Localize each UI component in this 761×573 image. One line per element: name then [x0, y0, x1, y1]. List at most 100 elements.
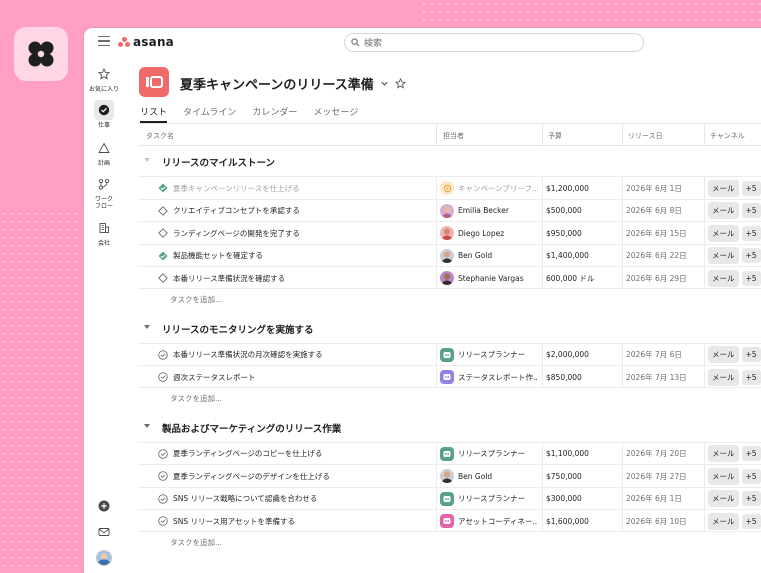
incomplete-check-icon[interactable]: [158, 448, 168, 459]
asana-logo[interactable]: asana: [118, 35, 174, 49]
column-header-assignee[interactable]: 担当者: [443, 131, 464, 141]
channel-more-count[interactable]: +5: [741, 369, 761, 385]
channel-more-count[interactable]: +5: [741, 225, 761, 241]
tab-timeline[interactable]: タイムライン: [183, 105, 236, 123]
column-header-channel[interactable]: チャンネル: [710, 131, 745, 141]
section-header[interactable]: 製品およびマーケティングのリリース作業: [138, 410, 761, 442]
star-icon: [94, 64, 114, 84]
add-task-button[interactable]: タスクを追加...: [138, 532, 761, 554]
task-name: 週次ステータスレポート: [173, 372, 256, 382]
assignee-name: リリースプランナー: [458, 350, 526, 359]
release-date: 2026年 7月 6日: [626, 350, 682, 359]
table-row[interactable]: 夏季キャンペーンリリースを仕上げる キャンペーンプリーフ... $1,200,0…: [138, 176, 761, 199]
incomplete-diamond-icon[interactable]: [158, 273, 168, 283]
column-header-budget[interactable]: 予算: [548, 131, 562, 141]
caret-down-icon[interactable]: [144, 423, 150, 428]
channel-tag[interactable]: メール: [708, 512, 739, 530]
channel-more-count[interactable]: +5: [741, 347, 761, 362]
sidebar-item-favorites[interactable]: お気に入り: [84, 64, 124, 93]
sidebar-item-company[interactable]: 会社: [84, 218, 124, 247]
incomplete-diamond-icon[interactable]: [158, 228, 168, 238]
planner-bot-avatar: [440, 491, 454, 506]
profile-avatar[interactable]: [84, 550, 124, 568]
channel-tag[interactable]: メール: [708, 467, 739, 485]
incomplete-check-icon[interactable]: [158, 349, 168, 360]
channel-more-count[interactable]: +5: [741, 270, 761, 286]
caret-down-icon[interactable]: [144, 324, 150, 329]
table-row[interactable]: クリエイティブコンセプトを承認する Emilia Becker $500,000…: [138, 198, 761, 222]
channel-tag[interactable]: メール: [708, 445, 739, 462]
release-date: 2026年 6月 1日: [626, 183, 682, 193]
add-button[interactable]: [84, 500, 124, 514]
channel-tag[interactable]: メール: [708, 490, 739, 507]
task-name: 製品機能セットを確定する: [173, 251, 263, 260]
project-icon[interactable]: [139, 67, 169, 97]
table-row[interactable]: 本番リリース準備状況の月次確認を実施する リリースプランナー $2,000,00…: [138, 342, 761, 366]
search-input[interactable]: 検索: [344, 33, 644, 52]
building-icon: [94, 218, 114, 238]
task-name: 本番リリース準備状況を確認する: [173, 273, 286, 283]
avatar: [440, 226, 454, 240]
release-date: 2026年 7月 20日: [626, 449, 687, 458]
completed-diamond-icon[interactable]: [158, 251, 168, 261]
sidebar-item-work[interactable]: 仕事: [84, 100, 124, 129]
table-header: タスク名 担当者 予算 リリース日 チャンネル: [138, 124, 761, 146]
channel-tag[interactable]: メール: [708, 202, 739, 219]
table-row[interactable]: 本番リリース準備状況を確認する Stephanie Vargas 600,000…: [138, 266, 761, 289]
channel-tag[interactable]: メール: [708, 368, 739, 386]
chevron-down-icon[interactable]: [380, 79, 389, 88]
planner-bot-avatar: [440, 347, 454, 362]
tab-list[interactable]: リスト: [140, 105, 168, 123]
table-row[interactable]: ランディングページの開発を完了する Diego Lopez $950,000 2…: [138, 221, 761, 244]
task-name: 本番リリース準備状況の月次確認を実施する: [173, 350, 323, 359]
incomplete-check-icon[interactable]: [158, 493, 168, 504]
column-header-release-date[interactable]: リリース日: [628, 131, 663, 141]
column-header-task[interactable]: タスク名: [146, 131, 174, 141]
tab-messages[interactable]: メッセージ: [313, 105, 358, 123]
section-header[interactable]: リリースのモニタリングを実施する: [138, 311, 761, 343]
sidebar-item-workflow[interactable]: ワーク フロー: [84, 174, 124, 210]
sidebar-item-label: ワーク フロー: [94, 196, 113, 210]
section-title: リリースのモニタリングを実施する: [162, 324, 314, 336]
task-name: SNS リリース戦略について認識を合わせる: [173, 494, 318, 503]
incomplete-check-icon[interactable]: [158, 516, 168, 526]
menu-icon[interactable]: [98, 36, 110, 47]
channel-tag[interactable]: メール: [708, 224, 739, 242]
task-name: 夏季ランディングページのコピーを仕上げる: [173, 449, 323, 458]
table-row[interactable]: 夏季ランディングページのコピーを仕上げる リリースプランナー $1,100,00…: [138, 441, 761, 465]
incomplete-diamond-icon[interactable]: [158, 205, 168, 216]
channel-tag[interactable]: メール: [708, 269, 739, 287]
table-row[interactable]: SNS リリース用アセットを準備する アセットコーディネー... $1,600,…: [138, 509, 761, 532]
channel-more-count[interactable]: +5: [741, 513, 761, 529]
channel-tag[interactable]: メール: [708, 247, 739, 264]
caret-down-icon[interactable]: [144, 158, 150, 162]
channel-more-count[interactable]: +5: [741, 446, 761, 461]
channel-more-count[interactable]: +5: [741, 203, 761, 218]
sidebar-item-plan[interactable]: 計画: [84, 138, 124, 167]
project-title-text: 夏季キャンペーンのリリース準備: [180, 78, 374, 93]
assignee-name: リリースプランナー: [458, 494, 526, 503]
add-task-button[interactable]: タスクを追加...: [138, 388, 761, 410]
dot-pattern-top: [420, 0, 761, 24]
channel-more-count[interactable]: +5: [741, 491, 761, 506]
section-header[interactable]: リリースのマイルストーン: [138, 146, 761, 176]
table-row[interactable]: 夏季ランディングページのデザインを仕上げる Ben Gold $750,000 …: [138, 464, 761, 487]
incomplete-check-icon[interactable]: [158, 471, 168, 481]
add-task-button[interactable]: タスクを追加...: [138, 289, 761, 311]
channel-more-count[interactable]: +5: [741, 468, 761, 484]
assignee-name: ステータスレポート作...: [458, 372, 538, 382]
incomplete-check-icon[interactable]: [158, 372, 168, 382]
star-icon[interactable]: [394, 78, 406, 89]
channel-tag[interactable]: メール: [708, 346, 739, 363]
main-content: 夏季キャンペーンのリリース準備 リスト タイムライン カレンダー メッセージ タ…: [138, 56, 761, 573]
inbox-button[interactable]: [84, 526, 124, 540]
table-row[interactable]: SNS リリース戦略について認識を合わせる リリースプランナー $300,000…: [138, 486, 761, 510]
release-date: 2026年 6月 1日: [626, 494, 682, 503]
tab-calendar[interactable]: カレンダー: [252, 105, 297, 123]
channel-more-count[interactable]: +5: [741, 248, 761, 263]
table-row[interactable]: 週次ステータスレポート ステータスレポート作... $850,000 2026年…: [138, 365, 761, 388]
table-row[interactable]: 製品機能セットを確定する Ben Gold $1,400,000 2026年 6…: [138, 243, 761, 267]
completed-diamond-icon[interactable]: [158, 183, 168, 193]
channel-tag[interactable]: メール: [708, 179, 739, 197]
channel-more-count[interactable]: +5: [741, 180, 761, 196]
